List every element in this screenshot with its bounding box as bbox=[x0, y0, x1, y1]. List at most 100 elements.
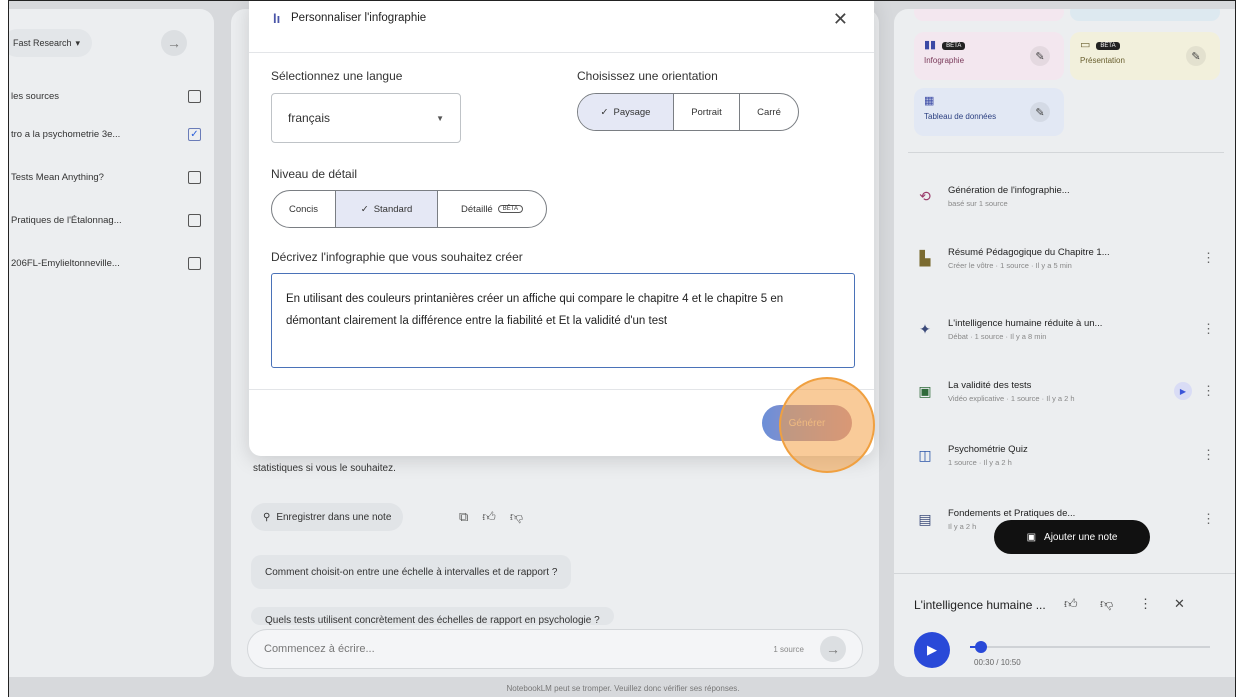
sources-panel: Fast Research ▾ → les sources tro a la p… bbox=[9, 9, 214, 677]
detail-label: Niveau de détail bbox=[271, 167, 358, 181]
add-note-button[interactable]: ▣ Ajouter une note bbox=[994, 520, 1150, 554]
option-label: Paysage bbox=[613, 106, 651, 118]
orientation-square[interactable]: Carré bbox=[740, 94, 798, 130]
thumbs-up-icon[interactable]: 👍︎ bbox=[1064, 596, 1078, 612]
note-icon: ▤ bbox=[918, 510, 932, 527]
arrow-right-icon: → bbox=[167, 35, 181, 51]
check-icon: ✓ bbox=[600, 106, 609, 118]
detail-standard[interactable]: ✓ Standard bbox=[336, 191, 438, 227]
edit-icon[interactable]: ✎ bbox=[1186, 46, 1206, 66]
option-label: Portrait bbox=[691, 106, 722, 118]
studio-tile-top[interactable] bbox=[1070, 9, 1220, 21]
customize-infographic-dialog: lı Personnaliser l'infographie ✕ Sélecti… bbox=[249, 1, 874, 456]
description-textarea[interactable]: En utilisant des couleurs printanières c… bbox=[271, 273, 855, 368]
submit-research-button[interactable]: → bbox=[161, 30, 187, 56]
loading-icon: ⟲ bbox=[919, 187, 931, 204]
chat-message-text: statistiques si vous le souhaitez. bbox=[253, 463, 396, 474]
detail-concise[interactable]: Concis bbox=[272, 191, 336, 227]
beta-badge: BÊTA bbox=[1096, 41, 1120, 50]
save-note-label: Enregistrer dans une note bbox=[276, 511, 392, 523]
progress-slider[interactable] bbox=[970, 641, 1210, 653]
suggested-question[interactable]: Quels tests utilisent concrètement des é… bbox=[251, 607, 614, 625]
suggested-question[interactable]: Comment choisit-on entre une échelle à i… bbox=[251, 555, 572, 589]
source-row[interactable]: Tests Mean Anything? bbox=[11, 167, 201, 187]
source-label: les sources bbox=[11, 90, 60, 102]
studio-panel: ▮▮ BÊTA Infographie ✎ ▭ BÊTA Présentation … bbox=[894, 9, 1235, 677]
item-title: Psychométrie Quiz bbox=[948, 443, 1028, 455]
progress-knob[interactable] bbox=[975, 641, 988, 653]
item-subtitle: Créer le vôtre · 1 source · Il y a 5 min bbox=[948, 260, 1072, 270]
more-vert-icon[interactable]: ⋮ bbox=[1202, 447, 1215, 463]
player-title: L'intelligence humaine ... bbox=[914, 598, 1046, 612]
source-row[interactable]: 206FL-Emylieltonneville... bbox=[11, 253, 201, 273]
option-label: Concis bbox=[288, 203, 319, 215]
audio-player: L'intelligence humaine ... 👍︎ 👎︎ ⋮ ✕ ▶ 0… bbox=[894, 573, 1235, 677]
copy-icon[interactable]: ⧉ bbox=[459, 509, 468, 525]
beta-badge: BÊTA bbox=[497, 205, 523, 213]
source-row[interactable]: Pratiques de l'Étalonnag... bbox=[11, 210, 201, 230]
close-icon[interactable]: ✕ bbox=[1174, 596, 1185, 612]
thumbs-down-icon[interactable]: 👎︎ bbox=[1100, 596, 1113, 612]
close-icon[interactable]: ✕ bbox=[833, 9, 848, 30]
table-icon: ▦ bbox=[924, 95, 935, 107]
thumbs-up-icon[interactable]: 👍︎ bbox=[482, 509, 496, 525]
chat-input-placeholder: Commencez à écrire... bbox=[264, 643, 375, 655]
source-checkbox[interactable] bbox=[188, 213, 201, 227]
infographic-icon: lı bbox=[273, 11, 281, 26]
thumbs-down-icon[interactable]: 👎︎ bbox=[510, 509, 523, 525]
item-title: Résumé Pédagogique du Chapitre 1... bbox=[948, 246, 1110, 258]
language-value: français bbox=[288, 111, 331, 125]
studio-item-generating[interactable]: ⟲ Génération de l'infographie... basé su… bbox=[914, 176, 1214, 216]
play-button[interactable]: ▶ bbox=[1174, 382, 1192, 400]
studio-tile-top[interactable] bbox=[914, 9, 1064, 21]
message-actions: ⧉ 👍︎ 👎︎ bbox=[459, 509, 523, 525]
source-label: 206FL-Emylieltonneville... bbox=[11, 257, 120, 269]
source-label: tro a la psychometrie 3e... bbox=[11, 128, 121, 140]
more-vert-icon[interactable]: ⋮ bbox=[1139, 596, 1152, 612]
studio-item[interactable]: ✦ L'intelligence humaine réduite à un...… bbox=[914, 309, 1215, 349]
source-label: Tests Mean Anything? bbox=[11, 171, 104, 183]
source-label: Pratiques de l'Étalonnag... bbox=[11, 214, 122, 226]
save-note-button[interactable]: ⚲ Enregistrer dans une note bbox=[251, 503, 404, 531]
pin-icon: ⚲ bbox=[263, 511, 271, 523]
slides-icon: ▭ bbox=[1080, 39, 1091, 51]
report-icon: ▙ bbox=[919, 249, 931, 266]
orientation-landscape[interactable]: ✓ Paysage bbox=[578, 94, 674, 130]
chart-icon: ▮▮ bbox=[924, 39, 937, 51]
send-button[interactable]: → bbox=[820, 636, 846, 662]
detail-detailed[interactable]: Détaillé BÊTA bbox=[438, 191, 546, 227]
source-checkbox[interactable] bbox=[188, 89, 201, 103]
orientation-portrait[interactable]: Portrait bbox=[674, 94, 740, 130]
studio-item[interactable]: ▣ La validité des tests Vidéo explicativ… bbox=[914, 371, 1215, 411]
more-vert-icon[interactable]: ⋮ bbox=[1202, 250, 1215, 266]
language-select[interactable]: français ▼ bbox=[271, 93, 461, 143]
more-vert-icon[interactable]: ⋮ bbox=[1202, 321, 1215, 337]
source-row[interactable]: tro a la psychometrie 3e... ✓ bbox=[11, 124, 201, 144]
language-label: Sélectionnez une langue bbox=[271, 69, 403, 83]
research-mode-chip[interactable]: Fast Research ▾ bbox=[9, 29, 93, 57]
source-checkbox[interactable] bbox=[188, 170, 201, 184]
source-checkbox[interactable] bbox=[188, 256, 201, 270]
studio-tile-infographic[interactable]: ▮▮ BÊTA Infographie ✎ bbox=[914, 32, 1064, 80]
studio-item[interactable]: ◫ Psychométrie Quiz 1 source · Il y a 2 … bbox=[914, 435, 1215, 475]
dialog-title: Personnaliser l'infographie bbox=[291, 12, 427, 24]
more-vert-icon[interactable]: ⋮ bbox=[1202, 383, 1215, 399]
studio-item[interactable]: ▙ Résumé Pédagogique du Chapitre 1... Cr… bbox=[914, 238, 1215, 278]
edit-icon[interactable]: ✎ bbox=[1030, 102, 1050, 122]
describe-label: Décrivez l'infographie que vous souhaite… bbox=[271, 250, 523, 264]
source-checkbox[interactable]: ✓ bbox=[188, 127, 201, 141]
add-note-label: Ajouter une note bbox=[1044, 531, 1118, 543]
more-vert-icon[interactable]: ⋮ bbox=[1202, 511, 1215, 527]
source-count: 1 source bbox=[773, 644, 804, 654]
item-title: La validité des tests bbox=[948, 379, 1032, 391]
item-title: Génération de l'infographie... bbox=[948, 184, 1070, 196]
studio-tile-presentation[interactable]: ▭ BÊTA Présentation ✎ bbox=[1070, 32, 1220, 80]
edit-icon[interactable]: ✎ bbox=[1030, 46, 1050, 66]
chat-input[interactable]: Commencez à écrire... 1 source → bbox=[247, 629, 863, 669]
player-time: 00:30 / 10:50 bbox=[974, 658, 1021, 667]
play-button[interactable]: ▶ bbox=[914, 632, 950, 668]
source-row-all[interactable]: les sources bbox=[11, 86, 201, 106]
item-subtitle: Vidéo explicative · 1 source · Il y a 2 … bbox=[948, 393, 1075, 403]
chevron-down-icon: ▾ bbox=[75, 37, 81, 48]
studio-tile-data-table[interactable]: ▦ Tableau de données ✎ bbox=[914, 88, 1064, 136]
